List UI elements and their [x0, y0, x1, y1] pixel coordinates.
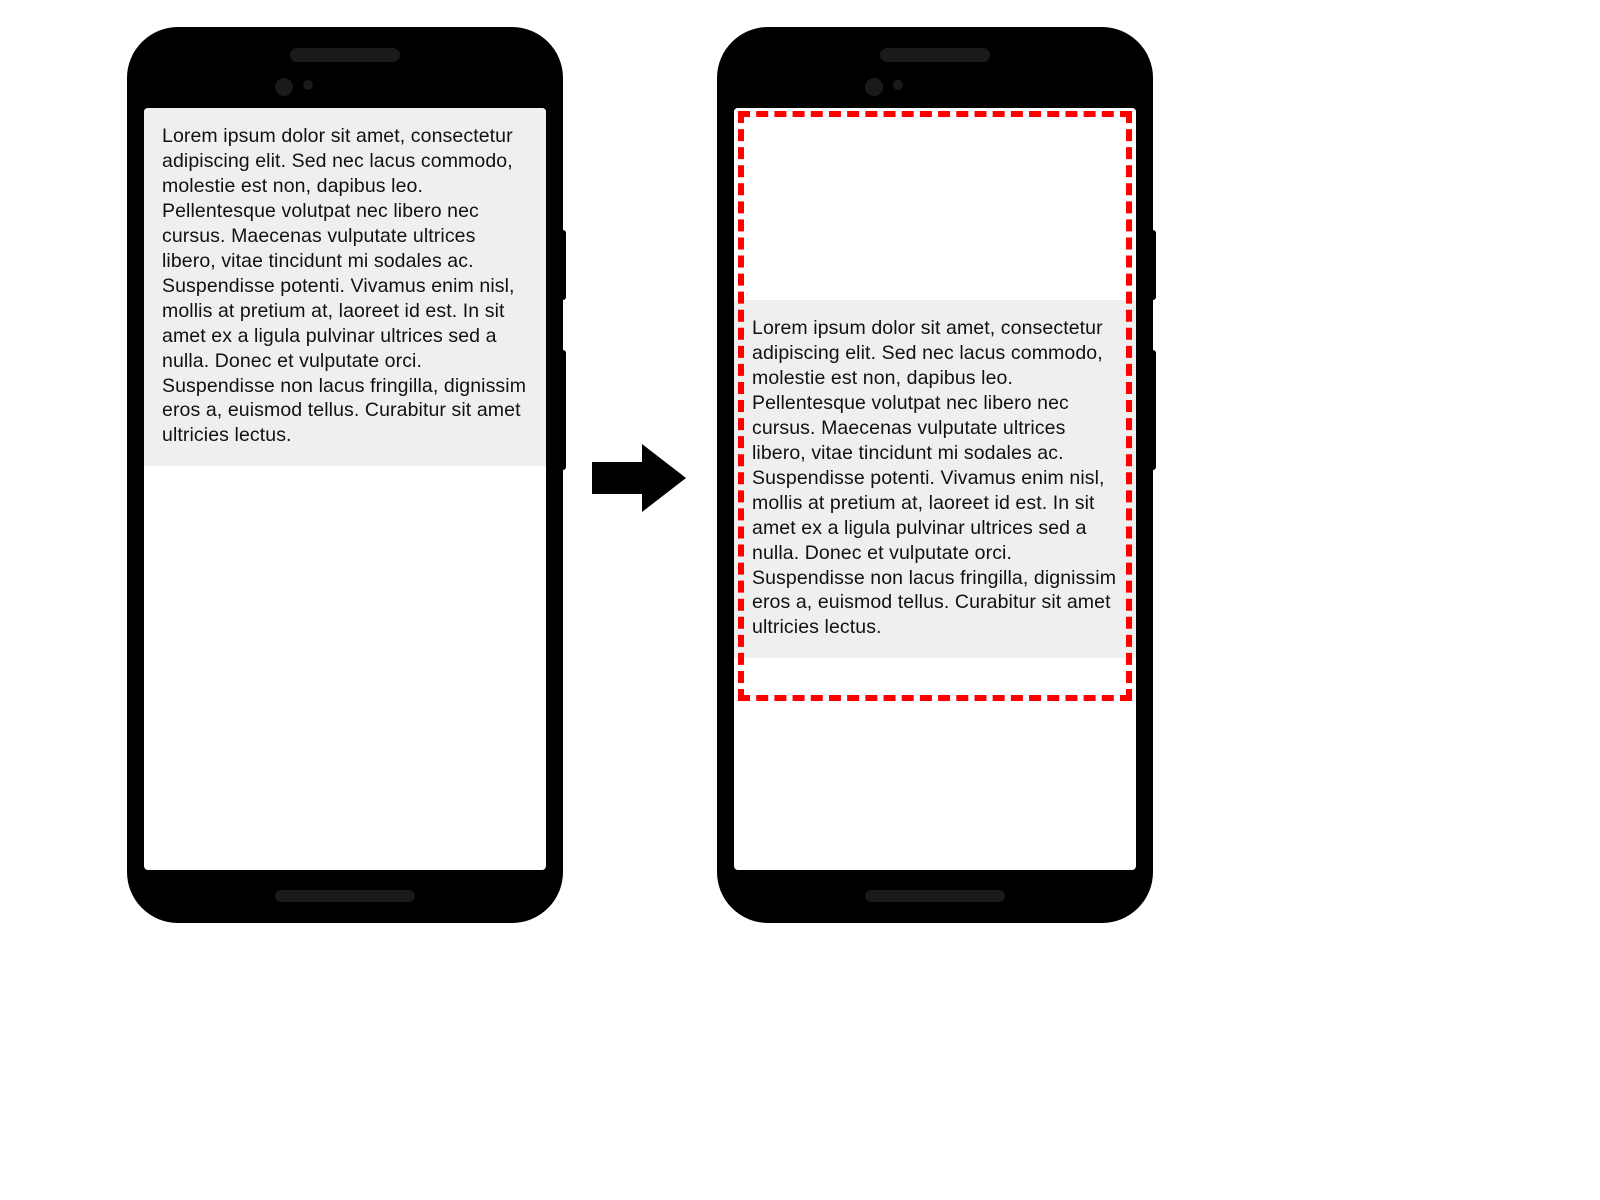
phone-screen-before: Lorem ipsum dolor sit amet, consectetur … — [144, 108, 546, 870]
phone-side-button — [560, 350, 566, 470]
phone-side-button — [1150, 230, 1156, 300]
phone-side-button — [1150, 350, 1156, 470]
phone-camera-icon — [275, 78, 293, 96]
phone-sensor-icon — [303, 80, 313, 90]
phone-mockup-before: Lorem ipsum dolor sit amet, consectetur … — [130, 30, 560, 920]
phone-speaker-icon — [880, 48, 990, 62]
phone-camera-icon — [865, 78, 883, 96]
composable-text-block: Lorem ipsum dolor sit amet, consectetur … — [734, 300, 1136, 658]
phone-mockup-after: Lorem ipsum dolor sit amet, consectetur … — [720, 30, 1150, 920]
arrow-right-icon — [584, 438, 694, 518]
phone-sensor-icon — [893, 80, 903, 90]
composable-text-block: Lorem ipsum dolor sit amet, consectetur … — [144, 108, 546, 466]
phone-bottom-speaker-icon — [275, 890, 415, 902]
phone-speaker-icon — [290, 48, 400, 62]
phone-bottom-speaker-icon — [865, 890, 1005, 902]
phone-screen-after: Lorem ipsum dolor sit amet, consectetur … — [734, 108, 1136, 870]
phone-side-button — [560, 230, 566, 300]
top-spacer — [734, 108, 1136, 300]
